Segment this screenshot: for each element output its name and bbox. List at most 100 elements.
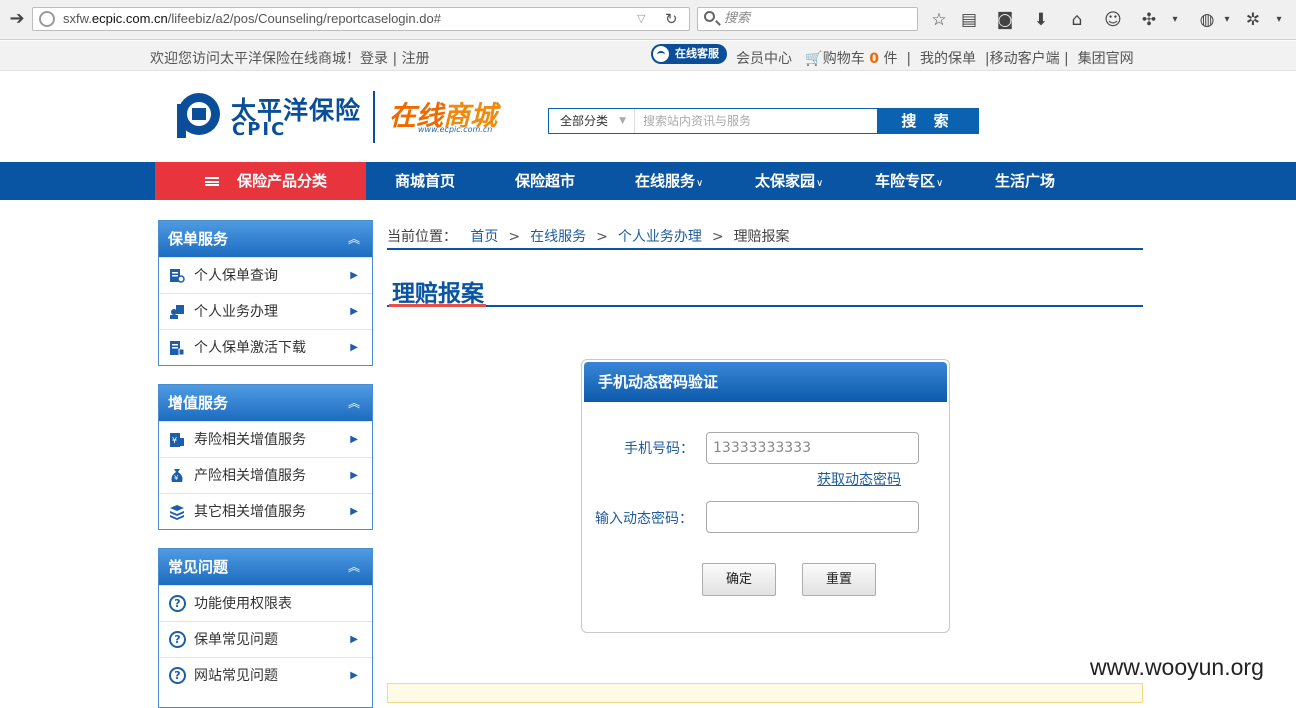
site-search-input[interactable]: 搜索站内资讯与服务 xyxy=(643,109,751,133)
chevron-right-icon: ▶ xyxy=(350,434,358,445)
panel-title: 手机动态密码验证 xyxy=(584,362,947,402)
chevron-down-icon: ∨ xyxy=(696,178,704,189)
chevron-down-icon: ▼ xyxy=(619,116,626,126)
mobile-client-link[interactable]: 移动客户端 xyxy=(990,51,1060,67)
search-placeholder: 搜索 xyxy=(724,11,751,26)
globe-addon-icon[interactable]: ◍ xyxy=(1196,9,1218,31)
life-insurance-icon: ¥ xyxy=(170,433,184,447)
get-code-link[interactable]: 获取动态密码 xyxy=(817,469,901,489)
question-icon: ? xyxy=(169,631,186,648)
chevron-down-icon: ∨ xyxy=(936,178,944,189)
address-bar[interactable]: sxfw.ecpic.com.cn/lifeebiz/a2/pos/Counse… xyxy=(32,7,690,31)
site-search-button[interactable]: 搜 索 xyxy=(877,108,979,134)
sidebar-item-policy-faq[interactable]: ? 保单常见问题 ▶ xyxy=(159,621,372,657)
chevron-right-icon: ▶ xyxy=(350,470,358,481)
online-service-button[interactable]: 在线客服 xyxy=(651,44,727,64)
nav-item-home[interactable]: 商城首页 xyxy=(395,162,455,200)
chevron-down-icon: ∨ xyxy=(816,178,824,189)
sidebar-item-business[interactable]: 个人业务办理 ▶ xyxy=(159,293,372,329)
code-label: 输入动态密码： xyxy=(595,511,693,527)
nav-item-supermarket[interactable]: 保险超市 xyxy=(515,162,575,200)
sidebar-item-permissions[interactable]: ? 功能使用权限表 xyxy=(159,585,372,621)
phone-input[interactable]: 13333333333 xyxy=(706,432,919,464)
chevron-right-icon: ▶ xyxy=(350,306,358,317)
nav-item-auto-insurance[interactable]: 车险专区∨ xyxy=(875,162,943,200)
welcome-text: 欢迎您访问太平洋保险在线商城！登录 | 注册 xyxy=(150,51,430,67)
browser-search-input[interactable]: 搜索 xyxy=(697,7,918,31)
search-icon xyxy=(704,11,715,22)
chevron-right-icon: ▶ xyxy=(350,670,358,681)
phone-label: 手机号码： xyxy=(624,441,694,457)
breadcrumb: 当前位置： 首页 > 在线服务 > 个人业务办理 > 理赔报案 xyxy=(387,229,790,245)
sidebar-item-life-value[interactable]: ¥ 寿险相关增值服务 ▶ xyxy=(159,421,372,457)
addon-dropdown-icon[interactable]: ▾ xyxy=(1164,9,1186,31)
sidebar-faq: 常见问题 ︽ ? 功能使用权限表 ? 保单常见问题 ▶ ? 网站常见问题 ▶ xyxy=(158,548,373,708)
title-underline xyxy=(389,304,486,307)
group-site-link[interactable]: 集团官网 xyxy=(1078,51,1134,67)
stack-icon xyxy=(170,505,184,520)
home-icon[interactable]: ⌂ xyxy=(1066,9,1088,31)
chevron-right-icon: ▶ xyxy=(350,342,358,353)
breadcrumb-business[interactable]: 个人业务办理 xyxy=(618,229,702,245)
collapse-icon[interactable]: ︽ xyxy=(348,221,360,257)
divider xyxy=(387,305,1143,307)
cart-icon[interactable]: 🛒 xyxy=(805,51,822,67)
member-center-link[interactable]: 会员中心 xyxy=(736,51,792,67)
breadcrumb-current: 理赔报案 xyxy=(733,229,790,245)
logo-english-text: CPIC xyxy=(232,119,287,140)
reset-button[interactable]: 重置 xyxy=(802,563,876,596)
confirm-button[interactable]: 确定 xyxy=(702,563,776,596)
watermark: www.wooyun.org xyxy=(1090,654,1264,680)
register-link[interactable]: 注册 xyxy=(402,51,430,67)
bookmark-star-icon[interactable]: ☆ xyxy=(928,9,950,31)
code-input[interactable] xyxy=(706,501,919,533)
document-download-icon xyxy=(170,341,185,356)
sidebar-item-other-value[interactable]: 其它相关增值服务 ▶ xyxy=(159,493,372,529)
svg-text:¥: ¥ xyxy=(172,436,177,445)
breadcrumb-online-service[interactable]: 在线服务 xyxy=(530,229,586,245)
sidebar-header[interactable]: 增值服务 ︽ xyxy=(159,385,372,421)
top-info-bar: 欢迎您访问太平洋保险在线商城！登录 | 注册 在线客服 会员中心 🛒购物车 0 … xyxy=(0,41,1296,71)
my-policy-link[interactable]: 我的保单 xyxy=(920,51,976,67)
bug-icon[interactable]: ✲ xyxy=(1242,9,1264,31)
sidebar-header[interactable]: 保单服务 ︽ xyxy=(159,221,372,257)
browser-toolbar: ➔ sxfw.ecpic.com.cn/lifeebiz/a2/pos/Coun… xyxy=(0,0,1296,40)
breadcrumb-home[interactable]: 首页 xyxy=(470,229,498,245)
mall-url-text: www.ecpic.com.cn xyxy=(418,125,493,134)
sidebar-item-policy-activate[interactable]: 个人保单激活下载 ▶ xyxy=(159,329,372,365)
refresh-icon[interactable]: ↻ xyxy=(665,8,678,30)
addon-icon[interactable]: ✣ xyxy=(1138,9,1160,31)
chevron-right-icon: ▶ xyxy=(350,270,358,281)
globe-dropdown-icon[interactable]: ▾ xyxy=(1216,9,1238,31)
collapse-icon[interactable]: ︽ xyxy=(348,549,360,585)
cart-link[interactable]: 购物车 xyxy=(823,51,865,67)
sidebar-item-policy-query[interactable]: 个人保单查询 ▶ xyxy=(159,257,372,293)
question-icon: ? xyxy=(169,595,186,612)
notice-box xyxy=(387,683,1143,703)
download-icon[interactable]: ⬇ xyxy=(1030,9,1052,31)
collapse-icon[interactable]: ︽ xyxy=(348,385,360,421)
login-link[interactable]: 登录 xyxy=(360,51,388,67)
product-category-menu[interactable]: 保险产品分类 xyxy=(155,162,366,200)
url-text: sxfw.ecpic.com.cn/lifeebiz/a2/pos/Counse… xyxy=(63,11,441,26)
pocket-icon[interactable]: ◙ xyxy=(994,9,1016,31)
sidebar-item-site-faq[interactable]: ? 网站常见问题 ▶ xyxy=(159,657,372,693)
chevron-right-icon: ▶ xyxy=(350,634,358,645)
menu-dropdown-icon[interactable]: ▾ xyxy=(1268,9,1290,31)
url-dropdown-icon[interactable]: ▽ xyxy=(637,10,645,28)
cart-count: 0 xyxy=(869,51,879,67)
user-tool-icon xyxy=(170,305,184,319)
sidebar-item-property-value[interactable]: ¥ 产险相关增值服务 ▶ xyxy=(159,457,372,493)
svg-text:¥: ¥ xyxy=(174,474,179,482)
nav-item-online-service[interactable]: 在线服务∨ xyxy=(635,162,703,200)
nav-item-life-plaza[interactable]: 生活广场 xyxy=(995,162,1055,200)
cpic-logo-icon[interactable] xyxy=(176,90,222,138)
document-search-icon xyxy=(170,269,185,283)
nav-item-cpic-home[interactable]: 太保家园∨ xyxy=(755,162,823,200)
forward-arrow-icon[interactable]: ➔ xyxy=(4,6,30,32)
chat-icon[interactable]: ☺ xyxy=(1102,9,1124,31)
reading-list-icon[interactable]: ▤ xyxy=(958,9,980,31)
site-search: 全部分类 ▼ 搜索站内资讯与服务 搜 索 xyxy=(548,108,979,134)
search-category-select[interactable]: 全部分类 ▼ xyxy=(549,109,635,133)
sidebar-header[interactable]: 常见问题 ︽ xyxy=(159,549,372,585)
